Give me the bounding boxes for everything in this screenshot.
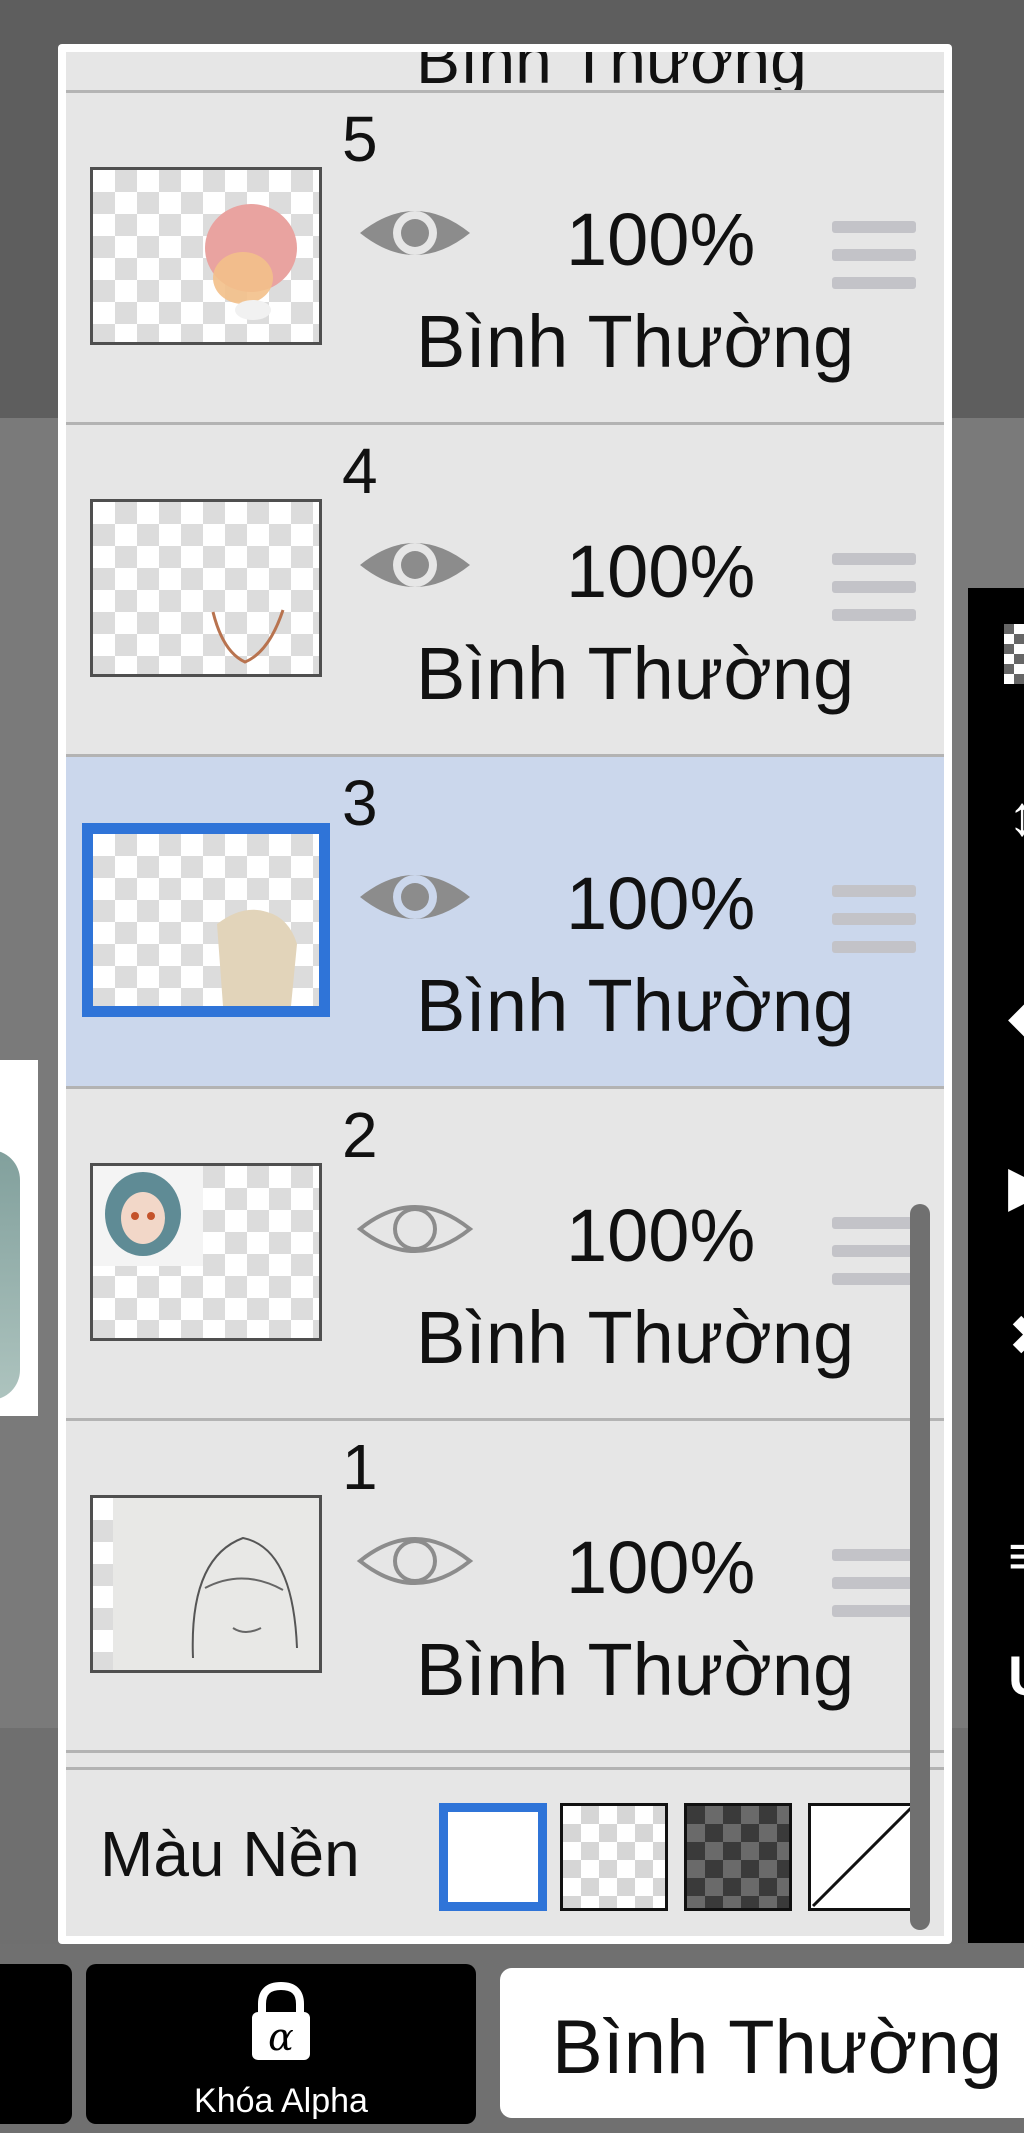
background-dark-checker-swatch[interactable] — [684, 1803, 792, 1911]
merge-down-icon[interactable]: ✖ — [1008, 1308, 1024, 1364]
layer-number: 3 — [342, 767, 378, 839]
blend-mode-button[interactable]: Bình Thường — [500, 1968, 1024, 2118]
toolbar-button-left[interactable] — [0, 1964, 72, 2124]
layer-number: 5 — [342, 103, 378, 175]
layer-5-preview-image — [205, 204, 297, 320]
drag-handle-icon[interactable] — [832, 1217, 916, 1289]
alpha-lock-icon: α — [252, 1982, 310, 2060]
layers-panel: Bình Thường 5 100% Bình Thường 4 100% Bì… — [58, 44, 952, 1944]
background-none-swatch[interactable] — [808, 1803, 916, 1911]
layer-blend-mode: Bình Thường — [416, 632, 855, 715]
move-up-icon[interactable]: ◆ — [1008, 988, 1024, 1044]
visibility-eye-hidden-icon[interactable] — [356, 1525, 474, 1597]
drag-handle-icon[interactable] — [832, 885, 916, 957]
partial-layer-row[interactable]: Bình Thường — [66, 52, 944, 93]
lock-icon[interactable]: U — [1008, 1648, 1024, 1704]
layer-4-preview-image — [211, 609, 285, 664]
menu-icon[interactable]: ≡ — [1008, 1528, 1024, 1584]
background-white-swatch[interactable] — [439, 1803, 547, 1911]
layer-row-3[interactable]: 3 100% Bình Thường — [66, 757, 944, 1089]
layer-thumbnail[interactable] — [90, 1163, 322, 1341]
layer-opacity: 100% — [566, 1194, 756, 1277]
layer-number: 2 — [342, 1099, 378, 1171]
tool-side-panel: ↕ ◆ ▶ ✖ ≡ U — [968, 588, 1024, 1943]
no-background-icon — [811, 1806, 913, 1908]
layer-blend-mode: Bình Thường — [416, 300, 855, 383]
layer-row-4[interactable]: 4 100% Bình Thường — [66, 425, 944, 757]
layer-2-preview-image — [93, 1166, 203, 1266]
layer-blend-mode: Bình Thường — [416, 964, 855, 1047]
visibility-eye-icon[interactable] — [356, 529, 474, 601]
layer-row-5[interactable]: 5 100% Bình Thường — [66, 93, 944, 425]
bottom-toolbar: α Khóa Alpha Bình Thường — [0, 1944, 1024, 2133]
move-icon[interactable]: ↕ — [1008, 788, 1024, 844]
layer-thumbnail[interactable] — [82, 823, 330, 1017]
layer-opacity: 100% — [566, 530, 756, 613]
background-color-row: Màu Nền — [66, 1767, 944, 1936]
layer-thumbnail[interactable] — [90, 1495, 322, 1673]
layer-blend-mode: Bình Thường — [416, 1296, 855, 1379]
transparency-icon[interactable] — [1004, 624, 1024, 684]
layer-opacity: 100% — [566, 1526, 756, 1609]
play-icon[interactable]: ▶ — [1008, 1158, 1024, 1214]
layer-1-preview-image — [113, 1498, 319, 1670]
alpha-lock-button[interactable]: α Khóa Alpha — [86, 1964, 476, 2124]
drag-handle-icon[interactable] — [832, 1549, 916, 1621]
alpha-symbol: α — [268, 2015, 294, 2059]
layer-opacity: 100% — [566, 862, 756, 945]
partial-blend-mode: Bình Thường — [416, 52, 807, 93]
layer-blend-mode: Bình Thường — [416, 1628, 855, 1711]
layer-thumbnail[interactable] — [90, 499, 322, 677]
layer-thumbnail[interactable] — [90, 167, 322, 345]
layer-opacity: 100% — [566, 198, 756, 281]
layer-number: 1 — [342, 1431, 378, 1503]
visibility-eye-hidden-icon[interactable] — [356, 1193, 474, 1265]
drag-handle-icon[interactable] — [832, 221, 916, 293]
layer-3-preview-image — [217, 909, 297, 1006]
blend-mode-label: Bình Thường — [552, 2005, 1003, 2090]
visibility-eye-icon[interactable] — [356, 197, 474, 269]
layer-row-2[interactable]: 2 100% Bình Thường — [66, 1089, 944, 1421]
background-light-checker-swatch[interactable] — [560, 1803, 668, 1911]
drag-handle-icon[interactable] — [832, 553, 916, 625]
layers-scrollbar[interactable] — [910, 1204, 930, 1930]
layer-number: 4 — [342, 435, 378, 507]
layer-row-1[interactable]: 1 100% Bình Thường — [66, 1421, 944, 1753]
alpha-lock-label: Khóa Alpha — [194, 2082, 368, 2120]
visibility-eye-icon[interactable] — [356, 861, 474, 933]
background-color-label: Màu Nền — [100, 1818, 360, 1890]
canvas-artwork-edge — [0, 1060, 38, 1416]
